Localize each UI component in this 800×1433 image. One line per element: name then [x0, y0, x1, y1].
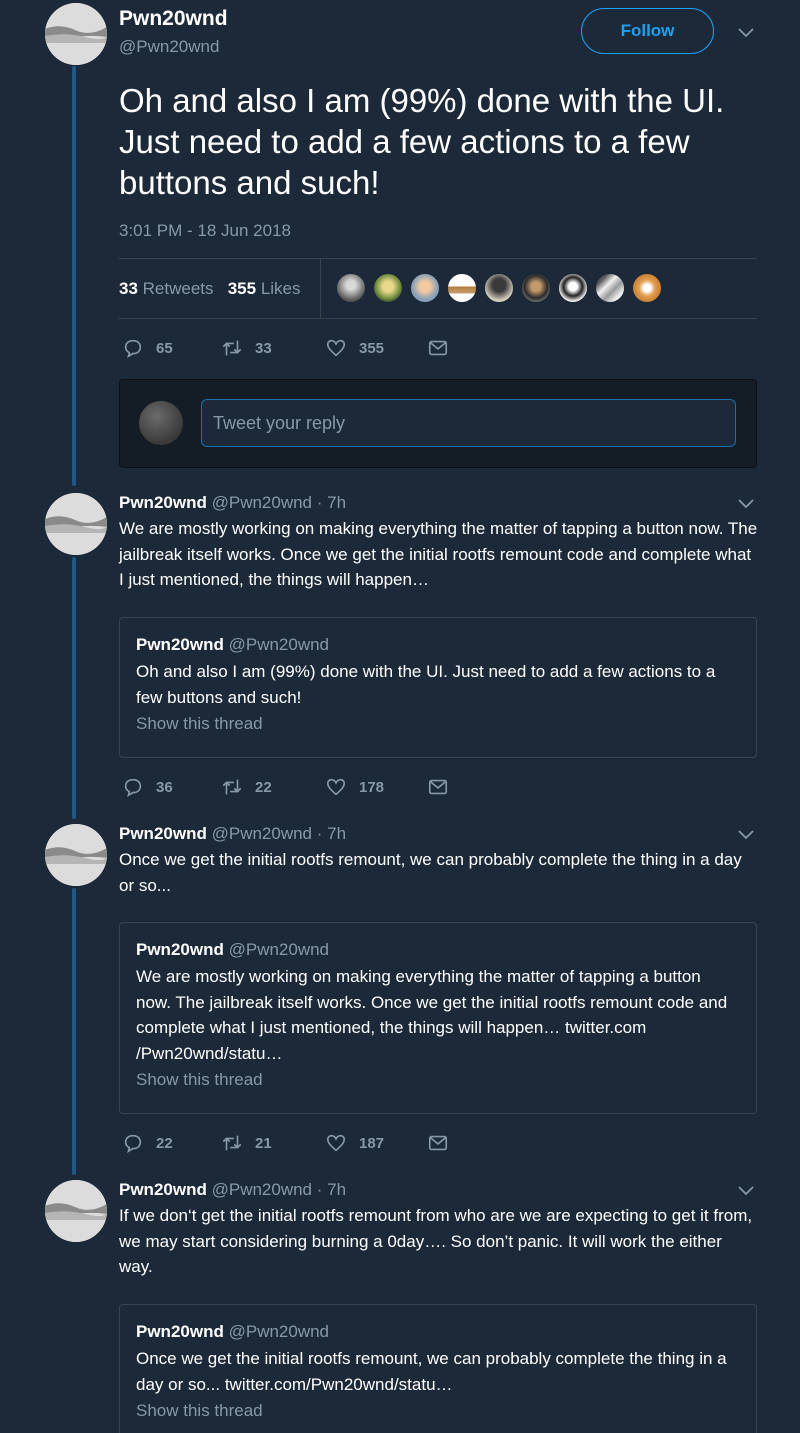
tweet-text: If we don‘t get the initial rootfs remou…: [119, 1206, 753, 1276]
quoted-author-name: Pwn20wnd: [136, 1322, 224, 1341]
reply-button[interactable]: 65: [122, 337, 173, 359]
retweet-button[interactable]: 21: [221, 1132, 272, 1154]
like-button[interactable]: 178: [325, 776, 384, 798]
heart-icon: [326, 339, 346, 357]
like-button[interactable]: 355: [325, 337, 384, 359]
show-thread-link[interactable]: Show this thread: [136, 1401, 740, 1421]
author-handle[interactable]: @Pwn20wnd: [212, 1180, 312, 1199]
direct-message-button[interactable]: [427, 1132, 449, 1154]
direct-message-button[interactable]: [427, 337, 449, 359]
author-name[interactable]: Pwn20wnd: [119, 824, 207, 843]
chevron-down-icon[interactable]: [737, 23, 755, 41]
retweet-icon: [222, 779, 242, 795]
follow-button[interactable]: Follow: [581, 8, 714, 54]
author-name[interactable]: Pwn20wnd: [119, 7, 228, 31]
divider: [320, 258, 321, 319]
author-handle[interactable]: @Pwn20wnd: [119, 37, 219, 57]
action-bar: 65 33 355: [119, 336, 519, 360]
like-button[interactable]: 187: [325, 1132, 384, 1154]
liker-avatar[interactable]: [594, 272, 626, 304]
author-handle[interactable]: @Pwn20wnd: [212, 824, 312, 843]
avatar: [139, 401, 183, 445]
quoted-text: We are mostly working on making everythi…: [136, 967, 728, 1063]
stats-counts: 33 Retweets 355 Likes: [119, 279, 301, 299]
liker-avatar[interactable]: [446, 272, 478, 304]
avatar[interactable]: [45, 3, 107, 65]
quoted-tweet[interactable]: Pwn20wnd @Pwn20wnd Once we get the initi…: [119, 1304, 757, 1433]
tweet-timestamp[interactable]: 3:01 PM - 18 Jun 2018: [119, 221, 291, 241]
tweet-header: Pwn20wnd @Pwn20wnd · 7h: [119, 493, 346, 513]
tweet-header: Pwn20wnd @Pwn20wnd · 7h: [119, 1180, 346, 1200]
envelope-icon: [428, 340, 448, 356]
liker-avatar[interactable]: [409, 272, 441, 304]
quoted-tweet[interactable]: Pwn20wnd @Pwn20wnd Oh and also I am (99%…: [119, 617, 757, 758]
chevron-down-icon[interactable]: [737, 825, 755, 843]
tweet-time[interactable]: · 7h: [317, 1180, 346, 1199]
reply-button[interactable]: 22: [122, 1132, 173, 1154]
action-bar: 22 21 187: [119, 1131, 519, 1155]
tweet-text: Oh and also I am (99%) done with the UI.…: [119, 82, 725, 201]
avatar[interactable]: [45, 1180, 107, 1242]
quoted-author-handle: @Pwn20wnd: [228, 1322, 330, 1341]
retweet-button[interactable]: 33: [221, 337, 272, 359]
quoted-tweet[interactable]: Pwn20wnd @Pwn20wnd We are mostly working…: [119, 922, 757, 1114]
reply-icon: [124, 778, 142, 797]
retweet-icon: [222, 340, 242, 356]
liker-avatar[interactable]: [372, 272, 404, 304]
liker-avatar[interactable]: [520, 272, 552, 304]
liker-avatar[interactable]: [557, 272, 589, 304]
liker-avatar[interactable]: [335, 272, 367, 304]
avatar[interactable]: [45, 824, 107, 886]
tweet-time[interactable]: · 7h: [317, 824, 346, 843]
quoted-author-handle: @Pwn20wnd: [228, 940, 330, 959]
author-name[interactable]: Pwn20wnd: [119, 493, 207, 512]
show-thread-link[interactable]: Show this thread: [136, 1070, 740, 1090]
heart-icon: [326, 1134, 346, 1152]
chevron-down-icon[interactable]: [737, 1181, 755, 1199]
reply-input[interactable]: Tweet your reply: [201, 399, 736, 447]
chevron-down-icon[interactable]: [737, 494, 755, 512]
quoted-author-name: Pwn20wnd: [136, 635, 224, 654]
tweet-header: Pwn20wnd @Pwn20wnd · 7h: [119, 824, 346, 844]
quoted-author-name: Pwn20wnd: [136, 940, 224, 959]
quoted-author-handle: @Pwn20wnd: [228, 635, 330, 654]
envelope-icon: [428, 779, 448, 795]
liker-avatar[interactable]: [631, 272, 663, 304]
envelope-icon: [428, 1135, 448, 1151]
tweet-text: We are mostly working on making everythi…: [119, 519, 758, 589]
author-name[interactable]: Pwn20wnd: [119, 1180, 207, 1199]
avatar[interactable]: [45, 493, 107, 555]
retweet-icon: [222, 1135, 242, 1151]
direct-message-button[interactable]: [427, 776, 449, 798]
quoted-text: Once we get the initial rootfs remount, …: [136, 1349, 727, 1394]
liker-avatar[interactable]: [483, 272, 515, 304]
retweet-button[interactable]: 22: [221, 776, 272, 798]
quoted-text: Oh and also I am (99%) done with the UI.…: [136, 662, 716, 707]
show-thread-link[interactable]: Show this thread: [136, 714, 740, 734]
tweet-time[interactable]: · 7h: [317, 493, 346, 512]
heart-icon: [326, 778, 346, 796]
tweet-text: Once we get the initial rootfs remount, …: [119, 850, 742, 895]
action-bar: 36 22 178: [119, 775, 519, 799]
thread-line: [72, 557, 76, 819]
likes-stat[interactable]: 355 Likes: [228, 279, 301, 298]
retweets-stat[interactable]: 33 Retweets: [119, 279, 214, 298]
thread-line: [72, 888, 76, 1175]
thread-line: [72, 66, 76, 486]
reply-icon: [124, 339, 142, 358]
reply-icon: [124, 1134, 142, 1153]
author-handle[interactable]: @Pwn20wnd: [212, 493, 312, 512]
reply-button[interactable]: 36: [122, 776, 173, 798]
